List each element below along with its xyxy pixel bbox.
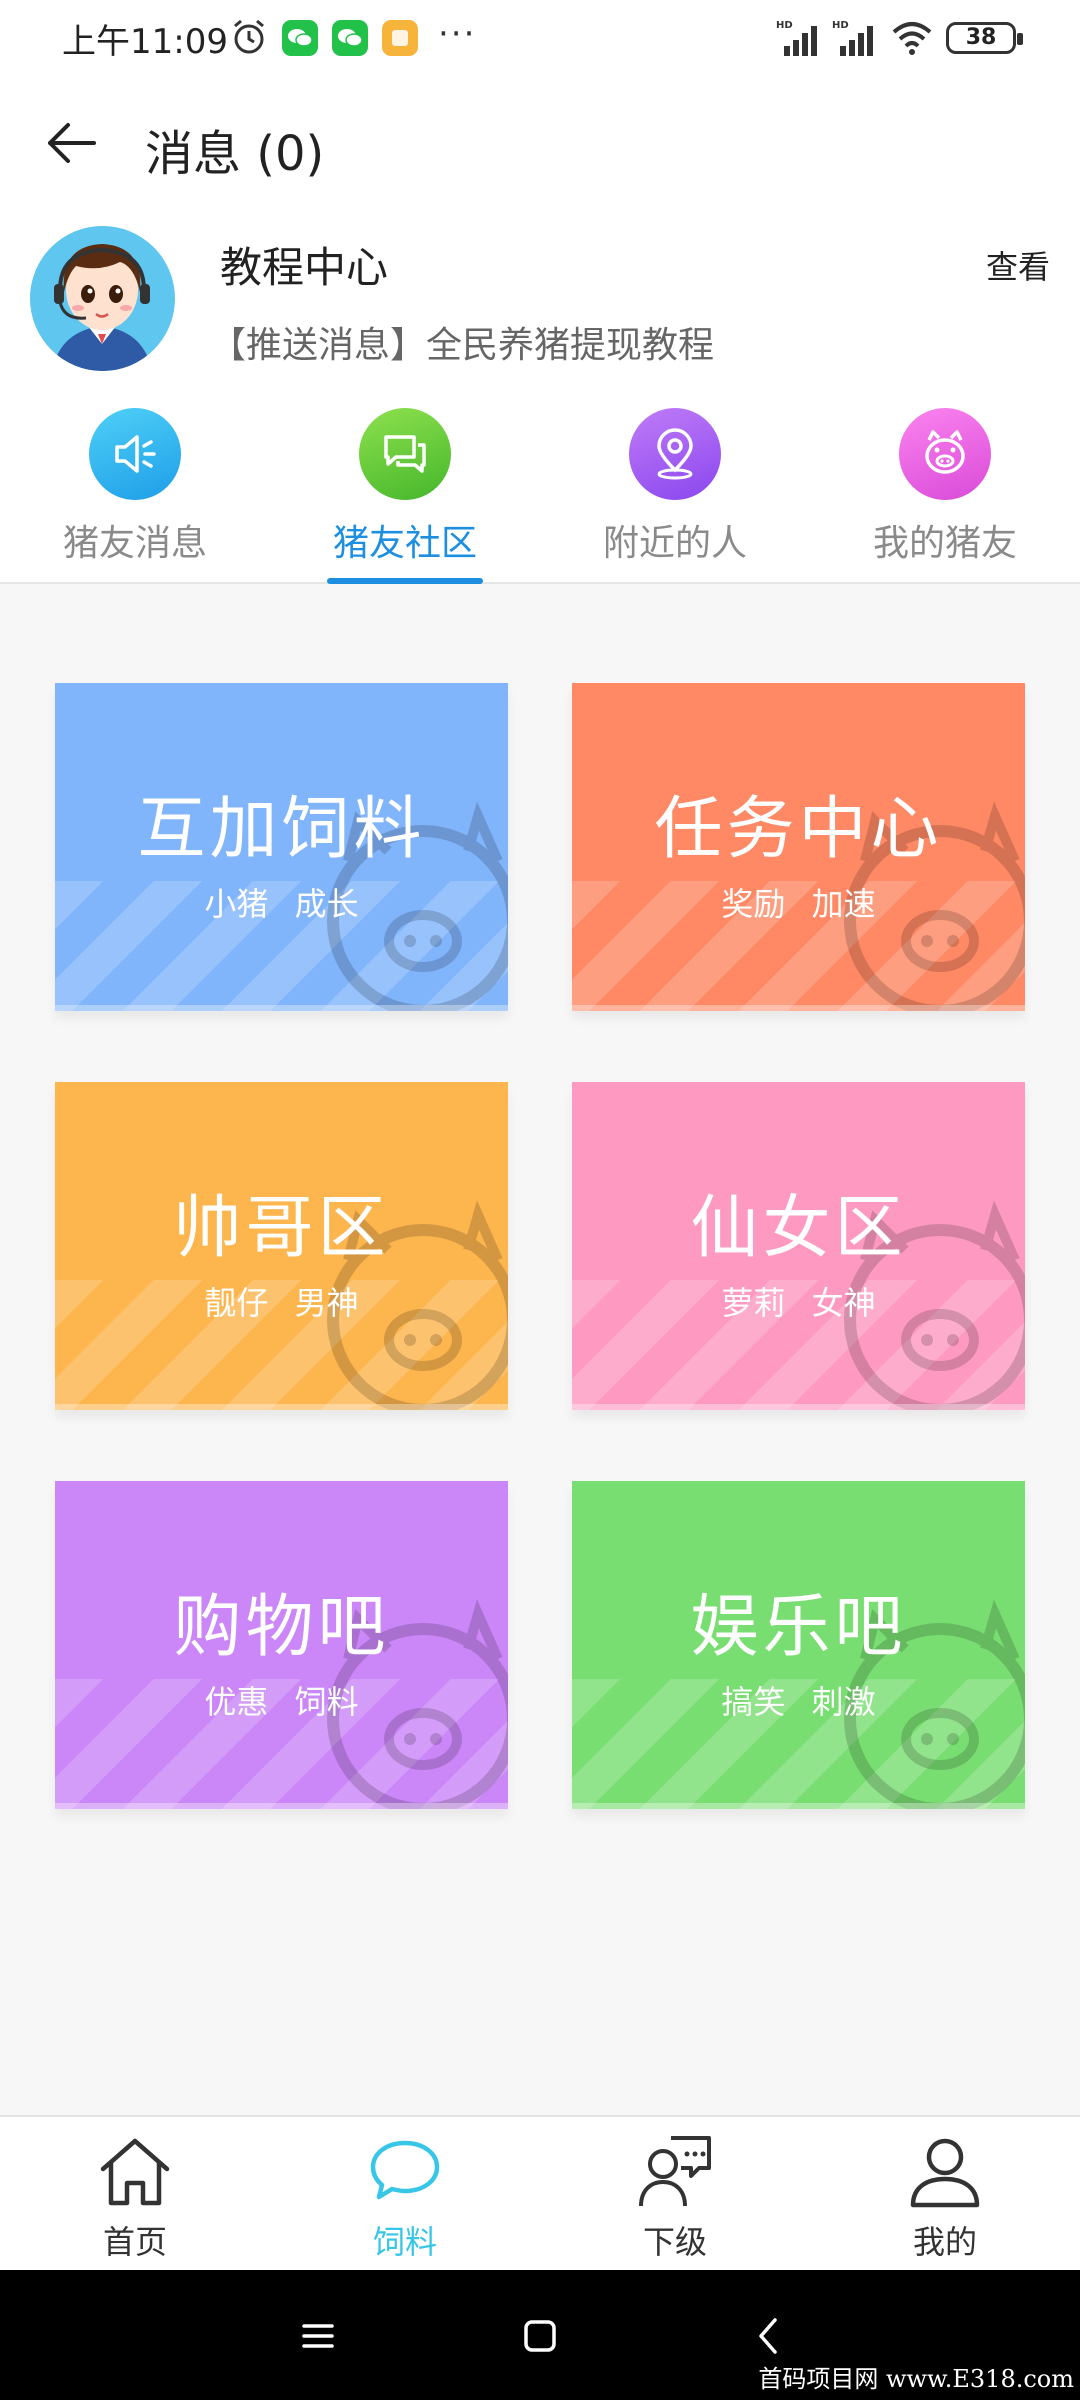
tab-label: 猪友消息 xyxy=(62,523,207,564)
card-subtitle: 搞笑 刺激 xyxy=(721,1683,876,1721)
page-title: 消息 (0) xyxy=(145,126,325,182)
feed-chat-icon xyxy=(365,2131,445,2211)
signal-icon: HD xyxy=(776,20,817,56)
arrow-left-icon xyxy=(48,123,96,163)
status-bar: 上午11:09 ··· HD HD 38 xyxy=(0,0,1080,76)
card-subtitle: 靓仔 男神 xyxy=(204,1284,359,1322)
card-subtitle: 奖励 加速 xyxy=(721,885,876,923)
alarm-icon xyxy=(234,19,264,54)
tab-label: 猪友社区 xyxy=(332,523,477,564)
svg-text:HD: HD xyxy=(832,20,849,31)
wechat-icon xyxy=(332,20,368,56)
card-shopping-bar[interactable]: 购物吧 优惠 饲料 xyxy=(55,1481,508,1809)
nav-label: 我的 xyxy=(912,2223,977,2261)
card-entertainment-bar[interactable]: 娱乐吧 搞笑 刺激 xyxy=(572,1481,1025,1809)
profile-icon xyxy=(905,2131,985,2211)
battery-icon: 38 xyxy=(946,22,1023,54)
recent-apps-button[interactable] xyxy=(288,2306,348,2366)
card-mutual-feed[interactable]: 互加饲料 小猪 成长 xyxy=(55,683,508,1011)
location-icon xyxy=(629,408,721,500)
card-handsome-guys[interactable]: 帅哥区 靓仔 男神 xyxy=(55,1082,508,1410)
note-app-icon xyxy=(382,20,418,56)
tab-nearby-people[interactable]: 附近的人 xyxy=(540,396,810,584)
card-title: 娱乐吧 xyxy=(690,1588,907,1667)
pig-icon xyxy=(899,408,991,500)
wifi-icon xyxy=(892,22,932,55)
nav-home[interactable]: 首页 xyxy=(0,2117,270,2272)
subordinates-icon xyxy=(635,2131,715,2211)
header: 消息 (0) xyxy=(0,76,1080,206)
home-button[interactable] xyxy=(510,2306,570,2366)
category-tabs: 猪友消息 猪友社区 附近的人 我的猪友 xyxy=(0,396,1080,584)
chat-icon xyxy=(359,408,451,500)
card-fairy-zone[interactable]: 仙女区 萝莉 女神 xyxy=(572,1082,1025,1410)
nav-mine[interactable]: 我的 xyxy=(810,2117,1080,2272)
nav-label: 首页 xyxy=(102,2223,167,2261)
watermark: 首码项目网 www.E318.com xyxy=(758,2365,1074,2393)
wechat-icon xyxy=(282,20,318,56)
home-icon xyxy=(95,2131,175,2211)
bottom-nav: 首页 饲料 下级 我的 xyxy=(0,2115,1080,2270)
nav-label: 下级 xyxy=(642,2223,707,2261)
back-button[interactable] xyxy=(36,108,106,178)
card-title: 互加饲料 xyxy=(137,790,426,869)
svg-text:HD: HD xyxy=(776,20,793,31)
chevron-left-icon xyxy=(759,2318,777,2354)
tab-label: 附近的人 xyxy=(602,523,747,564)
tab-label: 我的猪友 xyxy=(872,523,1017,564)
nav-label: 饲料 xyxy=(372,2223,437,2261)
card-title: 仙女区 xyxy=(690,1189,907,1268)
menu-icon xyxy=(302,2324,334,2348)
nav-feed[interactable]: 饲料 xyxy=(270,2117,540,2272)
speaker-icon xyxy=(89,408,181,500)
tutorial-notice[interactable]: 教程中心 查看 【推送消息】全民养猪提现教程 xyxy=(0,206,1080,396)
square-icon xyxy=(524,2320,556,2352)
notice-title: 教程中心 xyxy=(220,243,389,292)
system-back-button[interactable] xyxy=(738,2306,798,2366)
signal-icon: HD xyxy=(832,20,873,56)
more-notifications-icon: ··· xyxy=(438,14,477,54)
card-subtitle: 小猪 成长 xyxy=(204,885,359,923)
notice-message: 【推送消息】全民养猪提现教程 xyxy=(210,325,715,366)
tab-my-pig-friends[interactable]: 我的猪友 xyxy=(810,396,1080,584)
card-task-center[interactable]: 任务中心 奖励 加速 xyxy=(572,683,1025,1011)
tab-pig-friend-messages[interactable]: 猪友消息 xyxy=(0,396,270,584)
active-tab-indicator xyxy=(327,578,483,584)
view-link[interactable]: 查看 xyxy=(986,242,1050,288)
card-subtitle: 萝莉 女神 xyxy=(721,1284,876,1322)
card-subtitle: 优惠 饲料 xyxy=(204,1683,359,1721)
avatar xyxy=(30,226,175,371)
card-title: 购物吧 xyxy=(173,1588,390,1667)
card-title: 任务中心 xyxy=(654,790,943,869)
nav-subordinates[interactable]: 下级 xyxy=(540,2117,810,2272)
tab-pig-friend-community[interactable]: 猪友社区 xyxy=(270,396,540,584)
system-nav-bar: 首码项目网 www.E318.com xyxy=(0,2270,1080,2400)
card-title: 帅哥区 xyxy=(173,1189,390,1268)
status-time: 上午11:09 xyxy=(62,22,228,62)
